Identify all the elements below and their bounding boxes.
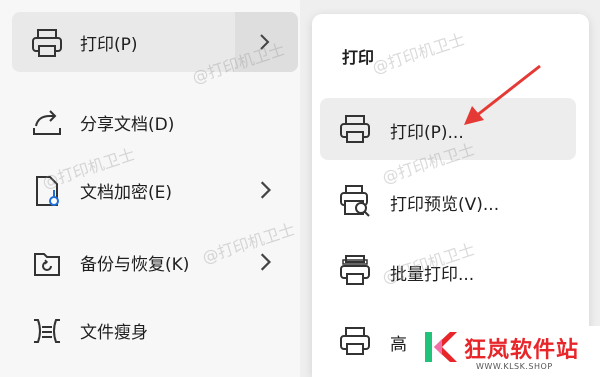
logo-text: 狂岚软件站 (464, 338, 580, 363)
submenu-item-preview[interactable]: 打印预览(V)... (320, 170, 576, 232)
backup-restore-icon (34, 253, 60, 276)
menu-item-label: 文件瘦身 (80, 322, 148, 343)
submenu-item-label: 打印(P)... (390, 123, 464, 143)
document-lock-icon (36, 176, 59, 206)
file-slim-icon (34, 319, 60, 343)
batch-print-icon (340, 255, 370, 285)
logo-k-icon (425, 332, 457, 362)
menu-item-share[interactable]: 分享文档(D) (12, 92, 298, 152)
printer-icon (32, 29, 62, 57)
chevron-right-icon (260, 253, 272, 271)
site-logo: 狂岚软件站 WWW.KLSK.SHOP (420, 326, 600, 377)
menu-item-label: 文档加密(E) (80, 182, 173, 203)
printer-icon (340, 327, 370, 355)
submenu-item-label: 批量打印... (390, 265, 475, 285)
chevron-right-icon (260, 181, 272, 199)
submenu-item-label: 打印预览(V)... (390, 195, 500, 215)
share-icon (33, 110, 61, 135)
print-preview-icon (340, 185, 370, 217)
print-submenu: 打印 打印(P)... 打印预览(V)... 批量打印... 高 (312, 14, 589, 377)
submenu-title: 打印 (342, 48, 375, 67)
printer-icon (340, 115, 370, 143)
submenu-item-label: 高 (390, 335, 407, 355)
chevron-right-icon (260, 34, 270, 50)
menu-item-label: 分享文档(D) (80, 114, 175, 135)
menu-item-encrypt[interactable]: 文档加密(E) (12, 160, 298, 220)
menu-item-label: 打印(P) (80, 34, 138, 55)
menu-item-label: 备份与恢复(K) (80, 254, 190, 275)
submenu-item-batch[interactable]: 批量打印... (320, 240, 576, 302)
logo-url: WWW.KLSK.SHOP (476, 362, 553, 371)
red-arrow-annotation (464, 64, 541, 125)
menu-item-slim[interactable]: 文件瘦身 (12, 300, 298, 360)
menu-item-backup[interactable]: 备份与恢复(K) (12, 232, 298, 292)
left-menu: 打印(P) 分享文档(D) 文档加密(E) 备份与恢复(K) 文件瘦身 (0, 0, 300, 377)
